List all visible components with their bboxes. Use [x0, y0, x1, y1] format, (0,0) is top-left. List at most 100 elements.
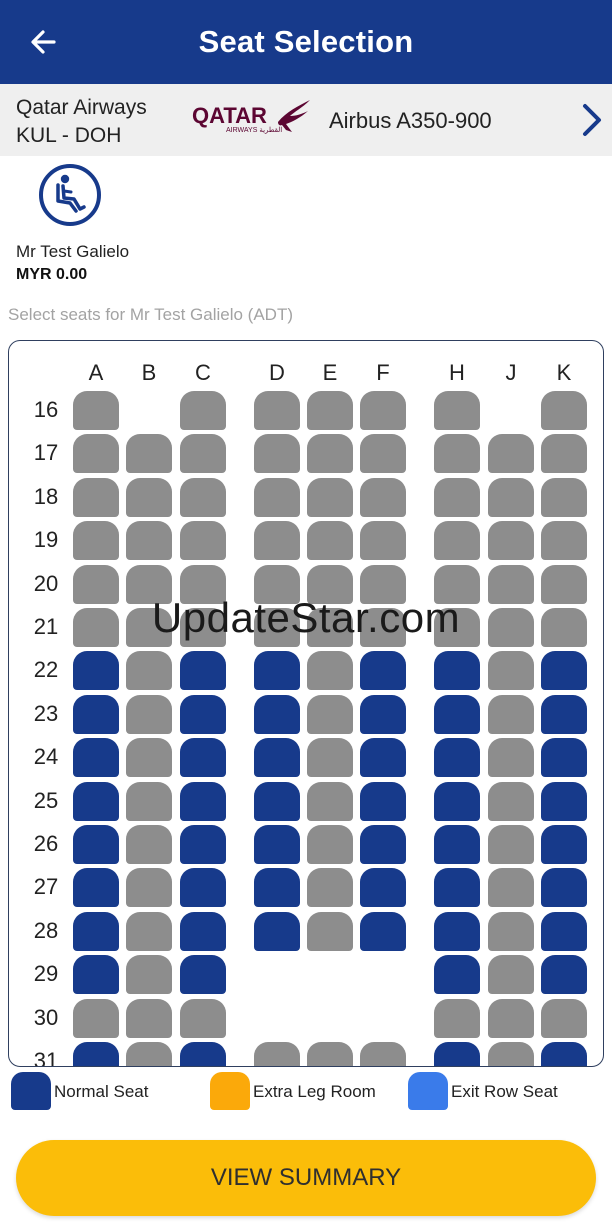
legend-swatch	[210, 1072, 250, 1110]
seat-26f[interactable]	[360, 825, 406, 864]
seat-28d[interactable]	[254, 911, 300, 951]
seat-27a[interactable]	[73, 868, 119, 908]
seat-22h[interactable]	[434, 651, 480, 691]
seat-20h	[434, 564, 480, 604]
seat-28c[interactable]	[180, 911, 226, 951]
view-summary-button[interactable]: VIEW SUMMARY	[16, 1140, 596, 1216]
seat-18h	[434, 477, 480, 517]
seat-26a[interactable]	[73, 825, 119, 864]
seat-25d[interactable]	[254, 781, 300, 821]
seat-24c[interactable]	[180, 738, 226, 778]
select-seats-hint: Select seats for Mr Test Galielo (ADT)	[8, 305, 293, 324]
seat-17b	[126, 434, 172, 474]
seat-17k	[541, 434, 587, 474]
seat-28b	[126, 911, 172, 951]
seat-30k	[541, 998, 587, 1038]
seat-28h[interactable]	[434, 911, 480, 951]
legend-label: Normal Seat	[54, 1082, 149, 1101]
seat-27d[interactable]	[254, 868, 300, 908]
seat-31a[interactable]	[73, 1042, 119, 1066]
seat-20b	[126, 564, 172, 604]
seat-31h[interactable]	[434, 1042, 480, 1066]
seat-25a[interactable]	[73, 781, 119, 821]
seat-29c[interactable]	[180, 955, 226, 995]
seat-23d[interactable]	[254, 694, 300, 734]
airline-name: Qatar Airways	[16, 96, 147, 119]
seat-26c[interactable]	[180, 825, 226, 864]
seat-23a[interactable]	[73, 694, 119, 734]
seat-26h[interactable]	[434, 825, 480, 864]
seat-28f[interactable]	[360, 911, 406, 951]
seat-21a	[73, 608, 119, 647]
flight-info-bar[interactable]: Qatar Airways KUL - DOH QATAR AIRWAYS ال…	[0, 84, 612, 156]
seat-25f[interactable]	[360, 781, 406, 821]
seat-19d	[254, 521, 300, 561]
row-label-27: 27	[33, 874, 59, 900]
seat-23h[interactable]	[434, 694, 480, 734]
seat-18b	[126, 477, 172, 517]
legend-swatch	[408, 1072, 448, 1110]
seat-24f[interactable]	[360, 738, 406, 778]
seat-26j	[488, 825, 534, 864]
seat-20j	[488, 564, 534, 604]
seat-17e	[307, 434, 353, 474]
seat-21h	[434, 608, 480, 647]
aircraft-type: Airbus A350-900	[329, 108, 492, 133]
seat-16f	[360, 391, 406, 430]
seat-23c[interactable]	[180, 694, 226, 734]
legend-extra-leg-room: Extra Leg Room	[210, 1072, 400, 1110]
seat-27h[interactable]	[434, 868, 480, 908]
seat-31k[interactable]	[541, 1042, 587, 1066]
seat-21c	[180, 608, 226, 647]
seat-23f[interactable]	[360, 694, 406, 734]
seat-21d	[254, 608, 300, 647]
row-label-31: 31	[33, 1048, 59, 1067]
seat-22f[interactable]	[360, 651, 406, 691]
seat-22c[interactable]	[180, 651, 226, 691]
chevron-right-icon[interactable]	[580, 102, 604, 138]
seat-23k[interactable]	[541, 694, 587, 734]
seat-29k[interactable]	[541, 955, 587, 995]
seat-29h[interactable]	[434, 955, 480, 995]
seat-27k[interactable]	[541, 868, 587, 908]
passenger-price: MYR 0.00	[16, 266, 88, 283]
seat-24k[interactable]	[541, 738, 587, 778]
seat-24h[interactable]	[434, 738, 480, 778]
seat-25h[interactable]	[434, 781, 480, 821]
seat-16k	[541, 391, 587, 430]
seat-27f[interactable]	[360, 868, 406, 908]
seat-31c[interactable]	[180, 1042, 226, 1066]
seat-map[interactable]: A B C D E F H J K 16 17 18 19 20 21 22 23 24 25 26 27 28 29 30 3…	[8, 340, 604, 1067]
row-label-21: 21	[33, 614, 59, 639]
legend-exit-row-seat: Exit Row Seat	[408, 1072, 598, 1110]
seat-24d[interactable]	[254, 738, 300, 778]
seat-17d	[254, 434, 300, 474]
seat-31b	[126, 1042, 172, 1066]
seat-19f	[360, 521, 406, 561]
seat-25e	[307, 781, 353, 821]
seat-28k[interactable]	[541, 911, 587, 951]
seat-22k[interactable]	[541, 651, 587, 691]
seat-16h	[434, 391, 480, 430]
seat-21j	[488, 608, 534, 647]
seat-22d[interactable]	[254, 651, 300, 691]
seat-26d[interactable]	[254, 825, 300, 864]
seat-25c[interactable]	[180, 781, 226, 821]
passenger-name: Mr Test Galielo	[16, 242, 130, 261]
seat-31d	[254, 1042, 300, 1066]
seat-25k[interactable]	[541, 781, 587, 821]
seat-24a[interactable]	[73, 738, 119, 778]
row-label-16: 16	[33, 397, 59, 422]
seat-26k[interactable]	[541, 825, 587, 864]
row-label-23: 23	[33, 700, 59, 726]
seated-passenger-icon[interactable]	[38, 163, 102, 227]
row-label-22: 22	[33, 657, 59, 683]
seat-28a[interactable]	[73, 911, 119, 951]
seat-27c[interactable]	[180, 868, 226, 908]
row-label-30: 30	[33, 1004, 59, 1030]
row-label-24: 24	[33, 744, 59, 770]
seat-22a[interactable]	[73, 651, 119, 691]
seat-19b	[126, 521, 172, 561]
seat-27b	[126, 868, 172, 908]
seat-29a[interactable]	[73, 955, 119, 995]
